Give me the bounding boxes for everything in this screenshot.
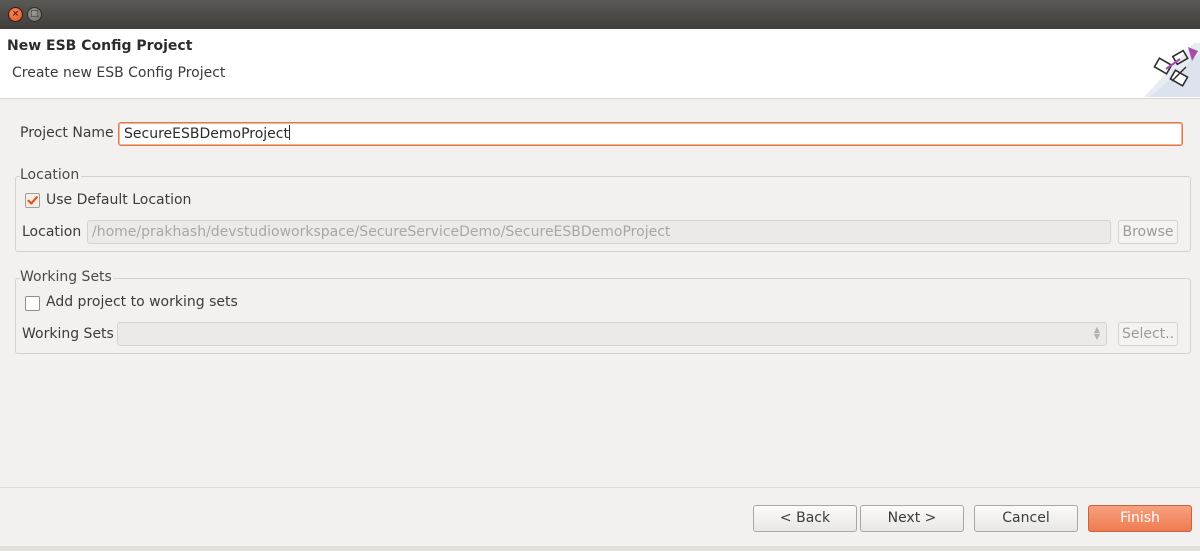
browse-button[interactable]: Browse [1118, 220, 1178, 244]
location-group-title: Location [20, 167, 82, 183]
maximize-icon[interactable]: □ [27, 7, 42, 22]
finish-button[interactable]: Finish [1088, 505, 1192, 532]
use-default-location-checkbox[interactable] [25, 193, 40, 208]
project-name-value: SecureESBDemoProject [124, 126, 289, 142]
wizard-description: Create new ESB Config Project [12, 65, 226, 81]
working-sets-combo[interactable]: ▲ ▼ [117, 322, 1107, 346]
background-window-strip [0, 546, 1200, 551]
text-caret [288, 125, 290, 140]
location-label: Location [22, 224, 82, 240]
add-to-working-sets-label[interactable]: Add project to working sets [46, 294, 238, 310]
use-default-location-label[interactable]: Use Default Location [46, 192, 191, 208]
location-input[interactable]: /home/prakhash/devstudioworkspace/Secure… [87, 220, 1111, 244]
project-name-label: Project Name [20, 125, 114, 141]
working-sets-group-title: Working Sets [20, 269, 114, 285]
back-button[interactable]: < Back [753, 505, 857, 532]
project-name-input[interactable]: SecureESBDemoProject [118, 122, 1183, 146]
checkmark-icon [27, 196, 38, 205]
working-sets-label: Working Sets [22, 326, 114, 342]
wizard-title: New ESB Config Project [7, 38, 193, 54]
esb-project-logo-icon [1144, 43, 1200, 97]
add-to-working-sets-checkbox[interactable] [25, 296, 40, 311]
footer-divider [0, 487, 1200, 488]
next-button[interactable]: Next > [860, 505, 964, 532]
select-working-sets-button[interactable]: Select.. [1118, 322, 1178, 346]
wizard-header: New ESB Config Project Create new ESB Co… [0, 29, 1200, 99]
window-titlebar: × □ [0, 0, 1200, 29]
combo-arrows-icon: ▲ ▼ [1093, 325, 1100, 341]
close-icon[interactable]: × [8, 7, 23, 22]
cancel-button[interactable]: Cancel [974, 505, 1078, 532]
